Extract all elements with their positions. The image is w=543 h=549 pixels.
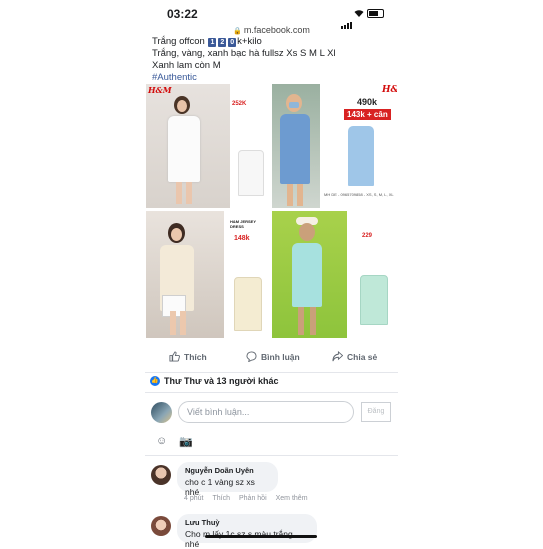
post-action-bar: Thích Bình luận Chia sẻ	[145, 344, 398, 373]
commenter-avatar[interactable]	[151, 465, 171, 485]
keycap-2: 2	[218, 38, 227, 47]
phone-screen: 03:22 🔒 m.facebook.com Trắng offcon 1 2 0 k+…	[145, 0, 398, 549]
reactions-text: Thư Thư và 13 người khác	[164, 376, 279, 386]
photo-top-left[interactable]: H&M 252K	[146, 84, 270, 208]
size-info: MH DE - 0965709858 - XS, S, M, L, XL	[324, 192, 394, 197]
comment-like-link[interactable]: Thích	[212, 495, 230, 502]
dress-product-image	[360, 275, 388, 325]
post-comment-button[interactable]: Đăng	[361, 402, 391, 422]
hm-logo-2: H&M	[382, 85, 397, 95]
comment-label: Bình luận	[261, 351, 300, 362]
reactions-summary[interactable]: 👍 Thư Thư và 13 người khác	[150, 376, 278, 386]
caption-line1-prefix: Trắng offcon	[152, 36, 205, 47]
price-label-3: 148k	[234, 235, 250, 242]
comment-time: 4 phút	[184, 495, 204, 502]
share-icon	[332, 351, 343, 362]
commenter-avatar[interactable]	[151, 516, 171, 536]
caption-line3: Xanh lam còn M	[152, 60, 221, 71]
comment-bubble: Lưu Thuỳ Cho m lấy 1c sz s màu trắng nhé	[177, 514, 317, 549]
caption-line1-suffix: k+kilo	[237, 36, 262, 47]
photo-top-right[interactable]: H&M 490k 143k + cân MH DE - 0965709858 -…	[272, 84, 397, 208]
thumbs-up-icon	[169, 351, 180, 362]
commenter-name[interactable]: Lưu Thuỳ	[185, 518, 309, 527]
keycap-0: 0	[228, 38, 237, 47]
share-button[interactable]: Chia sẻ	[332, 351, 377, 362]
status-time: 03:22	[167, 7, 198, 21]
comment-input[interactable]: Viết bình luận...	[178, 401, 354, 423]
wifi-icon	[354, 10, 364, 17]
avatar	[151, 402, 172, 423]
price-tag: 143k + cân	[344, 109, 391, 120]
battery-icon	[367, 9, 384, 18]
hashtag-link[interactable]: #Authentic	[152, 72, 392, 84]
comment-meta: 4 phút Thích Phản hồi Xem thêm	[184, 495, 308, 502]
comment-icon	[246, 351, 257, 362]
comment-bubble: Nguyễn Doãn Uyên cho c 1 vàng sz xs nhé	[177, 462, 278, 497]
like-label: Thích	[184, 351, 207, 362]
dress-product-image	[348, 126, 374, 186]
emoji-icon[interactable]: ☺	[156, 435, 167, 447]
price-label: 252K	[232, 101, 247, 107]
commenter-name[interactable]: Nguyễn Doãn Uyên	[185, 466, 270, 475]
hm-logo: H&M	[148, 85, 172, 95]
address-bar[interactable]: 🔒 m.facebook.com	[145, 25, 398, 35]
camera-icon[interactable]: 📷	[179, 435, 193, 448]
like-reaction-icon: 👍	[150, 376, 160, 386]
url-text: m.facebook.com	[243, 25, 310, 35]
home-indicator[interactable]	[205, 535, 317, 538]
caption-line2: Trắng, vàng, xanh bạc hà fullsz Xs S M L…	[152, 48, 336, 59]
product-title: H&M JERSEY DRESS	[230, 219, 256, 229]
dress-product-image	[234, 277, 262, 331]
price-label-4: 229	[362, 233, 373, 239]
dress-product-image	[238, 150, 264, 196]
photo-bottom-right[interactable]: 229	[272, 211, 397, 338]
post-caption: Trắng offcon 1 2 0 k+kilo Trắng, vàng, xanh…	[152, 36, 392, 84]
photo-grid[interactable]: H&M 252K H&M 490k 143k + cân MH DE - 096…	[146, 84, 397, 338]
like-button[interactable]: Thích	[169, 351, 207, 362]
comment-more-link[interactable]: Xem thêm	[276, 495, 308, 502]
photo-bottom-left[interactable]: H&M JERSEY DRESS 148k	[146, 211, 270, 338]
keycap-1: 1	[208, 38, 217, 47]
lock-icon: 🔒	[233, 28, 242, 35]
status-bar: 03:22	[145, 0, 398, 29]
share-label: Chia sẻ	[347, 351, 378, 362]
comment-text: cho c 1 vàng sz xs nhé	[185, 477, 255, 497]
comment-reply-link[interactable]: Phản hồi	[239, 495, 267, 502]
comment-button[interactable]: Bình luận	[246, 351, 300, 362]
comment-text: Cho m lấy 1c sz s màu trắng nhé	[185, 529, 293, 549]
divider	[145, 392, 398, 393]
divider	[145, 455, 398, 456]
price-label-2: 490k	[357, 97, 378, 107]
